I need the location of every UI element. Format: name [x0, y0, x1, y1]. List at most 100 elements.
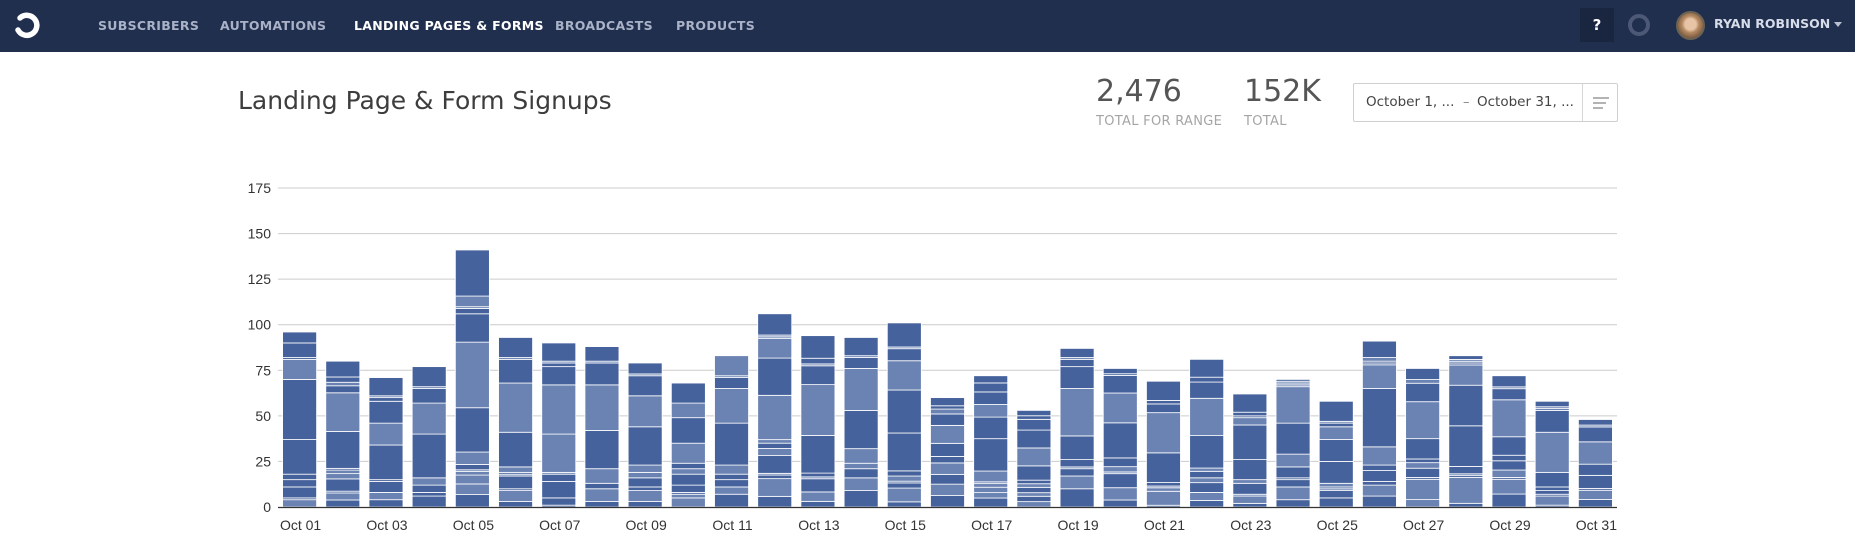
bar-segment[interactable]: [1405, 499, 1441, 508]
bar-segment[interactable]: [454, 483, 490, 495]
bar-segment[interactable]: [1102, 422, 1138, 459]
bar-segment[interactable]: [1016, 501, 1052, 508]
bar-segment[interactable]: [973, 438, 1009, 472]
bar-oct-09[interactable]: [627, 362, 663, 508]
bar-segment[interactable]: [1232, 417, 1268, 426]
bar-segment[interactable]: [325, 392, 361, 432]
bar-segment[interactable]: [1232, 495, 1268, 504]
bar-segment[interactable]: [584, 501, 620, 508]
bar-segment[interactable]: [930, 455, 965, 464]
bar-oct-20[interactable]: [1102, 368, 1138, 508]
bar-segment[interactable]: [1448, 355, 1484, 360]
bar-segment[interactable]: [584, 468, 620, 484]
bar-segment[interactable]: [973, 492, 1009, 499]
bar-segment[interactable]: [886, 322, 922, 348]
bar-segment[interactable]: [541, 366, 577, 386]
bar-segment[interactable]: [498, 475, 533, 490]
bar-segment[interactable]: [714, 388, 749, 424]
bar-segment[interactable]: [1491, 493, 1527, 508]
bar-segment[interactable]: [930, 462, 965, 475]
bar-segment[interactable]: [800, 435, 836, 474]
bar-segment[interactable]: [1232, 502, 1268, 508]
bar-oct-30[interactable]: [1534, 400, 1570, 508]
bar-segment[interactable]: [1275, 386, 1311, 424]
bar-segment[interactable]: [973, 416, 1009, 440]
bar-segment[interactable]: [325, 385, 361, 394]
bar-segment[interactable]: [1275, 479, 1311, 488]
bar-segment[interactable]: [1275, 453, 1311, 468]
bar-segment[interactable]: [411, 402, 447, 435]
bar-segment[interactable]: [282, 486, 317, 499]
bar-segment[interactable]: [325, 473, 361, 480]
bar-segment[interactable]: [757, 357, 793, 396]
bar-segment[interactable]: [757, 474, 793, 480]
bar-oct-15[interactable]: [886, 322, 922, 508]
bar-segment[interactable]: [973, 486, 1009, 494]
bar-segment[interactable]: [325, 478, 361, 492]
bar-segment[interactable]: [714, 473, 749, 481]
bar-segment[interactable]: [1448, 364, 1484, 386]
bar-segment[interactable]: [757, 495, 793, 508]
bar-segment[interactable]: [800, 357, 836, 365]
bar-segment[interactable]: [757, 313, 793, 336]
bar-segment[interactable]: [843, 409, 879, 450]
bar-segment[interactable]: [1405, 368, 1441, 380]
bar-segment[interactable]: [584, 362, 620, 386]
bar-segment[interactable]: [1232, 411, 1268, 417]
bar-segment[interactable]: [1059, 388, 1095, 437]
bar-segment[interactable]: [1102, 375, 1138, 394]
bar-segment[interactable]: [1362, 484, 1397, 497]
bar-segment[interactable]: [368, 422, 404, 446]
bar-oct-18[interactable]: [1016, 409, 1052, 508]
bar-segment[interactable]: [1146, 452, 1181, 483]
bar-segment[interactable]: [627, 362, 663, 375]
bar-segment[interactable]: [1189, 397, 1225, 437]
bar-segment[interactable]: [1491, 460, 1527, 471]
bar-segment[interactable]: [1146, 490, 1181, 506]
bar-oct-06[interactable]: [498, 337, 533, 508]
bar-segment[interactable]: [1362, 470, 1397, 482]
bar-segment[interactable]: [843, 448, 879, 464]
bar-segment[interactable]: [886, 432, 922, 472]
bar-oct-25[interactable]: [1318, 400, 1354, 508]
bar-segment[interactable]: [454, 313, 490, 343]
bar-segment[interactable]: [1146, 380, 1181, 401]
bar-segment[interactable]: [1102, 499, 1138, 508]
bar-segment[interactable]: [627, 477, 663, 488]
bar-segment[interactable]: [1318, 461, 1354, 484]
bar-segment[interactable]: [1059, 475, 1095, 490]
bar-segment[interactable]: [1318, 422, 1354, 428]
bar-segment[interactable]: [1059, 488, 1095, 508]
bar-oct-29[interactable]: [1491, 375, 1527, 508]
bar-segment[interactable]: [1318, 426, 1354, 440]
bar-segment[interactable]: [584, 430, 620, 470]
bar-segment[interactable]: [757, 338, 793, 359]
bar-segment[interactable]: [411, 433, 447, 479]
bar-segment[interactable]: [1491, 399, 1527, 438]
bar-segment[interactable]: [1059, 358, 1095, 368]
bar-segment[interactable]: [325, 360, 361, 378]
bar-segment[interactable]: [1405, 462, 1441, 469]
bar-oct-19[interactable]: [1059, 348, 1095, 508]
bar-segment[interactable]: [843, 490, 879, 508]
bar-segment[interactable]: [670, 402, 706, 419]
bar-segment[interactable]: [800, 365, 836, 386]
bar-oct-08[interactable]: [584, 346, 620, 508]
bar-oct-10[interactable]: [670, 382, 706, 508]
bar-segment[interactable]: [714, 422, 749, 466]
bar-oct-31[interactable]: [1578, 419, 1613, 508]
bar-segment[interactable]: [973, 497, 1009, 508]
bar-segment[interactable]: [282, 331, 317, 344]
bar-oct-02[interactable]: [325, 360, 361, 508]
bar-segment[interactable]: [627, 464, 663, 473]
bar-segment[interactable]: [1491, 388, 1527, 401]
bar-segment[interactable]: [1102, 392, 1138, 424]
bar-segment[interactable]: [627, 501, 663, 508]
bar-oct-17[interactable]: [973, 375, 1009, 508]
bar-segment[interactable]: [1232, 459, 1268, 481]
bar-segment[interactable]: [1534, 409, 1570, 433]
bar-segment[interactable]: [1578, 426, 1613, 443]
bar-segment[interactable]: [886, 501, 922, 508]
bar-segment[interactable]: [411, 388, 447, 404]
bar-segment[interactable]: [843, 477, 879, 491]
